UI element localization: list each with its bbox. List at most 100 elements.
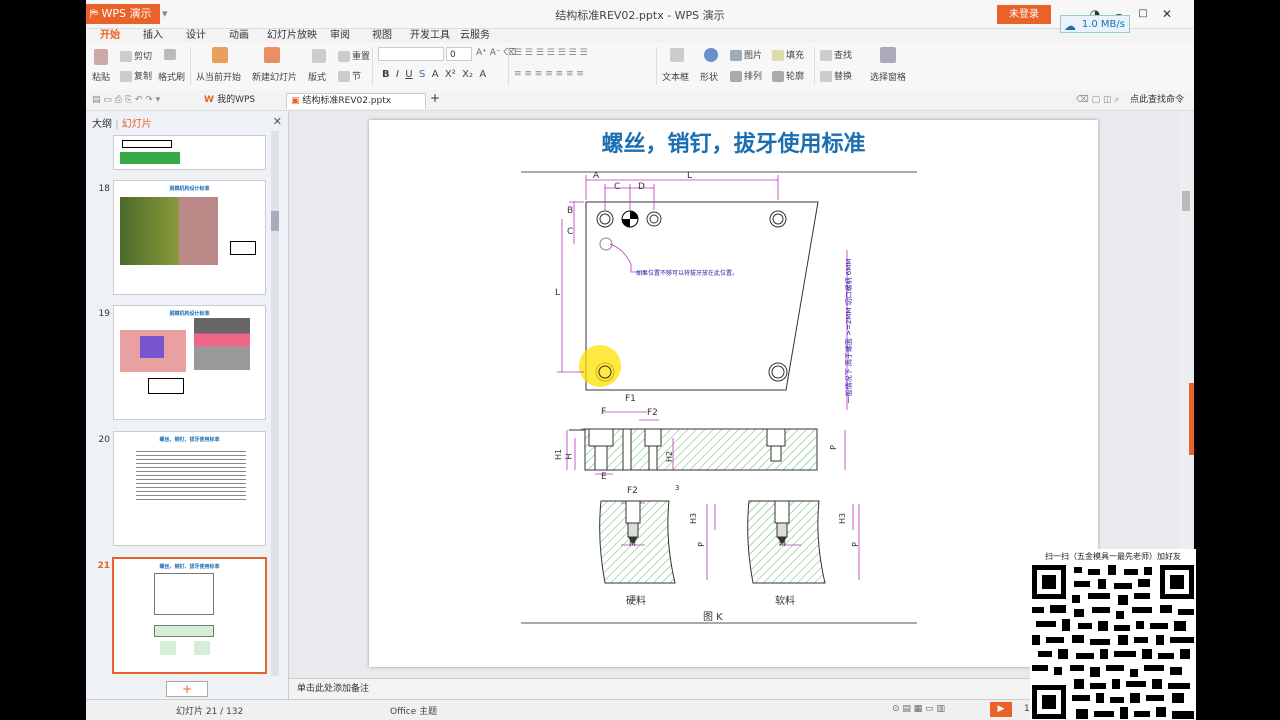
new-tab-button[interactable]: + xyxy=(426,91,444,106)
play-slideshow-button[interactable]: ▶ xyxy=(990,702,1012,717)
paste-icon[interactable] xyxy=(94,49,110,65)
title-bar: ⛿ WPS 演示 ▾ 结构标准REV02.pptx - WPS 演示 未登录 ◑… xyxy=(86,0,1194,29)
tab-cloud[interactable]: 云服务 xyxy=(460,28,490,43)
dim-label-p: P xyxy=(828,445,838,450)
cut-label: 剪切 xyxy=(134,52,153,62)
thumb-drawing xyxy=(154,573,214,615)
quick-access-icons[interactable]: ▤ ▭ ⎙ ⎘ ↶ ↷ ▾ xyxy=(88,93,164,108)
tab-review[interactable]: 审阅 xyxy=(330,28,350,43)
slide-thumbnail-17[interactable] xyxy=(113,135,266,170)
tab-animation[interactable]: 动画 xyxy=(229,28,249,43)
tab-my-wps-label: 我的WPS xyxy=(217,95,256,105)
thumb-drawing xyxy=(154,625,214,637)
font-style-buttons[interactable]: B I U S A X² X₂ A xyxy=(382,69,486,80)
select-pane-button[interactable]: 选择窗格 xyxy=(870,70,906,83)
tab-document[interactable]: ▣ 结构标准REV02.pptx xyxy=(286,93,426,109)
slide-thumbnail-21[interactable]: 螺丝、销钉、拔牙使用标准 xyxy=(112,557,267,674)
paragraph-align-icons[interactable]: ≡ ≡ ≡ ≡ ≡ ≡ ≡ xyxy=(514,69,584,79)
new-slide-button[interactable]: 新建幻灯片 xyxy=(252,70,297,83)
close-panel-icon[interactable]: ✕ xyxy=(273,115,282,128)
login-button[interactable]: 未登录 xyxy=(997,5,1051,24)
editor-scrollbar-thumb[interactable] xyxy=(1182,191,1190,211)
arrange-button[interactable]: 排列 xyxy=(730,69,762,82)
qr-code-overlay: 扫一扫（五金模具一最先老师）加好友 xyxy=(1030,549,1196,720)
shape-icon[interactable] xyxy=(704,48,720,62)
thumb-image-block xyxy=(140,336,164,358)
find-command-button[interactable]: 点此查找命令 xyxy=(1126,93,1188,108)
replace-icon xyxy=(820,71,832,82)
shape-button[interactable]: 形状 xyxy=(700,70,718,83)
paragraph-list-icons[interactable]: ☰ ☰ ☰ ☰ ☰ ☰ ☰ xyxy=(514,48,588,58)
tab-design[interactable]: 设计 xyxy=(186,28,206,43)
close-button[interactable]: ✕ xyxy=(1158,6,1176,22)
panel-scrollbar-thumb[interactable] xyxy=(271,211,279,231)
reset-button[interactable]: 重置 xyxy=(338,49,370,62)
dim-label-p-soft: P xyxy=(850,542,860,547)
section-button[interactable]: 节 xyxy=(338,69,361,82)
format-painter-button[interactable]: 格式刷 xyxy=(158,70,185,83)
font-size-combo[interactable]: 0 xyxy=(446,47,472,61)
picture-label: 图片 xyxy=(744,51,763,61)
outline-icon xyxy=(772,71,784,82)
tab-view[interactable]: 视图 xyxy=(372,28,392,43)
font-family-combo[interactable] xyxy=(378,47,444,61)
picture-icon xyxy=(730,50,742,61)
technical-drawing xyxy=(521,171,917,624)
dim-label-f2: F2 xyxy=(647,408,658,418)
find-button[interactable]: 查找 xyxy=(820,48,852,61)
tab-my-wps[interactable]: W 我的WPS xyxy=(200,93,259,108)
reset-label: 重置 xyxy=(352,52,371,62)
select-pane-icon[interactable] xyxy=(880,47,898,63)
panel-scrollbar[interactable] xyxy=(271,131,279,676)
tab-outline[interactable]: 大纲 xyxy=(92,119,112,130)
slide-thumbnail-18[interactable]: 脱模机构设计标准 xyxy=(113,180,266,295)
view-mode-icons[interactable]: ⊙ ▤ ▦ ▭ ▥ xyxy=(892,704,945,714)
baidu-cloud-icon: ☁ xyxy=(1064,19,1076,33)
slide-thumbnail-19[interactable]: 脱模机构设计标准 xyxy=(113,305,266,420)
picture-button[interactable]: 图片 xyxy=(730,48,762,61)
tab-developer[interactable]: 开发工具 xyxy=(410,28,450,43)
fill-button[interactable]: 填充 xyxy=(772,48,804,61)
current-slide[interactable]: 螺丝，销钉，拔牙使用标准 A C D L B C L 如果位置不够可以将拔牙放在… xyxy=(369,120,1098,667)
thumb-image xyxy=(120,197,218,265)
network-speed-text: 1.0 MB/s xyxy=(1081,19,1125,30)
tab-document-label: 结构标准REV02.pptx xyxy=(302,96,392,106)
add-slide-button[interactable]: + xyxy=(166,681,208,697)
side-feedback-tab[interactable] xyxy=(1189,383,1194,455)
layout-icon[interactable] xyxy=(312,49,328,63)
paste-button[interactable]: 粘贴 xyxy=(92,70,110,83)
dim-label-f1: F1 xyxy=(625,394,636,404)
ribbon-separator xyxy=(372,47,373,85)
replace-label: 替换 xyxy=(834,72,853,82)
hole-note: 如果位置不够可以将拔牙放在此位置。 xyxy=(636,270,739,277)
slide-thumbnail-20[interactable]: 螺丝、销钉、拔牙使用标准 xyxy=(113,431,266,546)
thumb-title: 螺丝、销钉、拔牙使用标准 xyxy=(159,564,220,570)
copy-label: 复制 xyxy=(134,72,153,82)
cut-button[interactable]: 剪切 xyxy=(120,49,152,62)
pptx-file-icon: ▣ xyxy=(291,96,303,106)
dim-label-3: 3 xyxy=(675,484,680,492)
thumb-image xyxy=(194,318,250,370)
copy-button[interactable]: 复制 xyxy=(120,69,152,82)
slideshow-icon[interactable] xyxy=(212,47,230,63)
format-painter-icon[interactable] xyxy=(164,49,178,60)
thumb-title: 脱模机构设计标准 xyxy=(169,186,210,192)
layout-button[interactable]: 版式 xyxy=(308,70,326,83)
qr-code-icon xyxy=(1032,565,1194,719)
tab-slideshow[interactable]: 幻灯片放映 xyxy=(267,28,317,43)
font-size-up-icon[interactable]: A⁺ A⁻ ⌫ xyxy=(476,48,516,58)
toolbar-right-icons[interactable]: ⌫ ▢ ◫ ⌕ xyxy=(1072,93,1123,108)
ribbon-separator xyxy=(508,47,509,85)
tab-slides[interactable]: 幻灯片 xyxy=(122,119,152,130)
thumb-drawing xyxy=(194,641,210,655)
outline-label: 轮廓 xyxy=(786,72,805,82)
from-current-button[interactable]: 从当前开始 xyxy=(196,70,241,83)
ribbon-tab-bar: 开始 插入 设计 动画 幻灯片放映 审阅 视图 开发工具 云服务 xyxy=(86,28,1194,45)
new-slide-icon[interactable] xyxy=(264,47,282,63)
maximize-button[interactable]: □ xyxy=(1134,6,1152,22)
textbox-icon[interactable] xyxy=(670,48,686,62)
tab-insert[interactable]: 插入 xyxy=(143,28,163,43)
textbox-button[interactable]: 文本框 xyxy=(662,70,689,83)
replace-button[interactable]: 替换 xyxy=(820,69,852,82)
outline-button[interactable]: 轮廓 xyxy=(772,69,804,82)
